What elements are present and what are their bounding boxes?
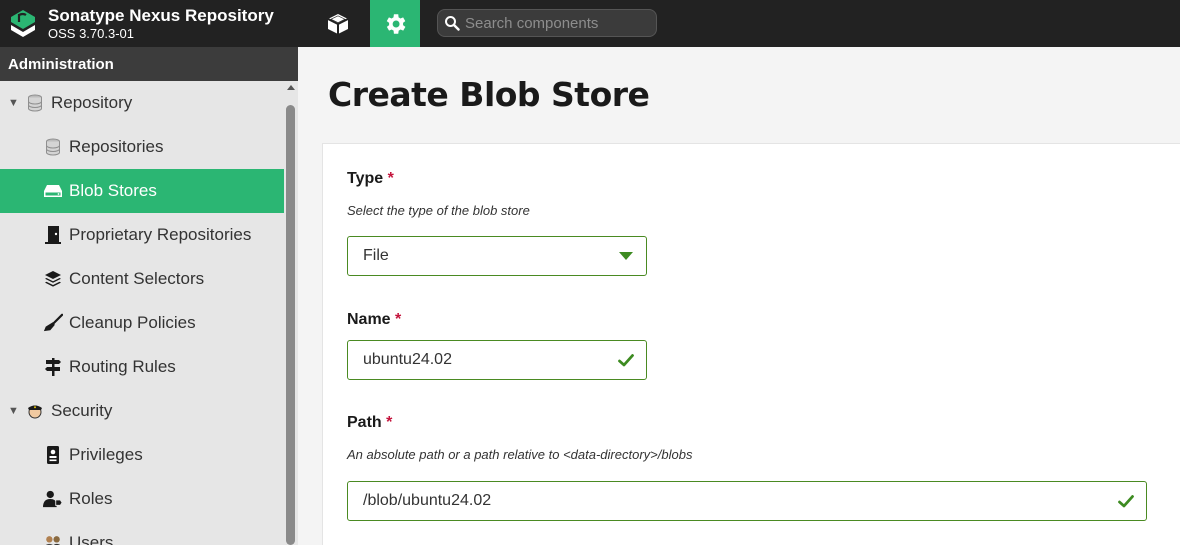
sidebar-item-label: Content Selectors — [69, 269, 205, 288]
cube-icon — [327, 13, 349, 34]
valid-check-icon — [606, 353, 646, 367]
path-label-text: Path — [347, 414, 382, 431]
sidebar-item-label: Roles — [69, 489, 113, 508]
database-icon — [25, 93, 45, 113]
required-marker: * — [395, 311, 402, 328]
path-field-value: /blob/ubuntu24.02 — [363, 492, 492, 509]
sidebar-item-label: Repositories — [69, 137, 164, 156]
path-label: Path * — [347, 414, 392, 432]
app-title: Sonatype Nexus Repository — [48, 6, 274, 26]
required-marker: * — [387, 170, 394, 187]
nexus-logo-icon — [11, 10, 35, 37]
users-icon — [43, 533, 63, 545]
sidebar: Administration ▼ Repository Repositories… — [0, 47, 298, 545]
search-input[interactable] — [465, 14, 645, 32]
layers-icon — [43, 269, 63, 289]
dropdown-caret-icon[interactable] — [606, 251, 646, 261]
sidebar-item-routing-rules[interactable]: Routing Rules — [0, 345, 284, 389]
name-field-value: ubuntu24.02 — [363, 351, 452, 368]
sidebar-item-proprietary-repositories[interactable]: Proprietary Repositories — [0, 213, 284, 257]
caret-down-icon[interactable]: ▼ — [8, 405, 19, 417]
hdd-icon — [43, 181, 63, 201]
required-marker: * — [386, 414, 393, 431]
sidebar-item-security[interactable]: ▼ Security — [0, 389, 284, 433]
sidebar-item-label: Blob Stores — [69, 181, 157, 200]
search-box[interactable] — [437, 9, 657, 37]
name-field[interactable]: ubuntu24.02 — [347, 340, 647, 380]
sidebar-header: Administration — [0, 47, 298, 81]
main-content: Create Blob Store Type * Select the type… — [298, 47, 1180, 545]
sidebar-item-privileges[interactable]: Privileges — [0, 433, 284, 477]
sidebar-item-label: Repository — [51, 93, 133, 112]
database-icon — [43, 137, 63, 157]
top-bar: Sonatype Nexus Repository OSS 3.70.3-01 — [0, 0, 1180, 47]
page-title: Create Blob Store — [328, 75, 650, 114]
name-label: Name * — [347, 311, 401, 329]
door-icon — [43, 225, 63, 245]
sidebar-item-content-selectors[interactable]: Content Selectors — [0, 257, 284, 301]
type-select-value: File — [363, 247, 389, 264]
search-icon — [445, 16, 460, 31]
brand[interactable]: Sonatype Nexus Repository OSS 3.70.3-01 — [8, 4, 274, 44]
scroll-up-arrow-icon[interactable] — [287, 85, 295, 90]
type-label-text: Type — [347, 170, 384, 187]
name-label-text: Name — [347, 311, 391, 328]
administration-button[interactable] — [370, 0, 420, 47]
id-badge-icon — [43, 445, 63, 465]
path-help-text: An absolute path or a path relative to <… — [347, 447, 693, 462]
caret-down-icon[interactable]: ▼ — [8, 97, 19, 109]
sidebar-item-label: Privileges — [69, 445, 143, 464]
sidebar-item-label: Security — [51, 401, 113, 420]
sidebar-scrollbar[interactable] — [284, 81, 298, 545]
broom-icon — [43, 313, 63, 333]
app-version: OSS 3.70.3-01 — [48, 26, 134, 42]
sidebar-item-repositories[interactable]: Repositories — [0, 125, 284, 169]
type-help-text: Select the type of the blob store — [347, 203, 530, 218]
blob-store-form: Type * Select the type of the blob store… — [322, 143, 1180, 545]
type-select[interactable]: File — [347, 236, 647, 276]
admin-tree: ▼ Repository Repositories Blob Stores Pr… — [0, 81, 284, 545]
sidebar-item-label: Proprietary Repositories — [69, 225, 252, 244]
sidebar-item-label: Routing Rules — [69, 357, 176, 376]
sidebar-item-label: Users — [69, 533, 114, 545]
sidebar-item-roles[interactable]: Roles — [0, 477, 284, 521]
sidebar-item-blob-stores[interactable]: Blob Stores — [0, 169, 284, 213]
valid-check-icon — [1106, 494, 1146, 508]
signpost-icon — [43, 357, 63, 377]
sidebar-item-label: Cleanup Policies — [69, 313, 196, 332]
sidebar-item-repository[interactable]: ▼ Repository — [0, 81, 284, 125]
type-label: Type * — [347, 170, 394, 188]
sidebar-item-cleanup-policies[interactable]: Cleanup Policies — [0, 301, 284, 345]
gear-icon — [386, 13, 406, 34]
sidebar-item-users[interactable]: Users — [0, 521, 284, 545]
path-field[interactable]: /blob/ubuntu24.02 — [347, 481, 1147, 521]
user-tag-icon — [43, 489, 63, 509]
browse-button[interactable] — [313, 0, 363, 47]
scrollbar-thumb[interactable] — [286, 105, 295, 545]
police-icon — [25, 401, 45, 421]
